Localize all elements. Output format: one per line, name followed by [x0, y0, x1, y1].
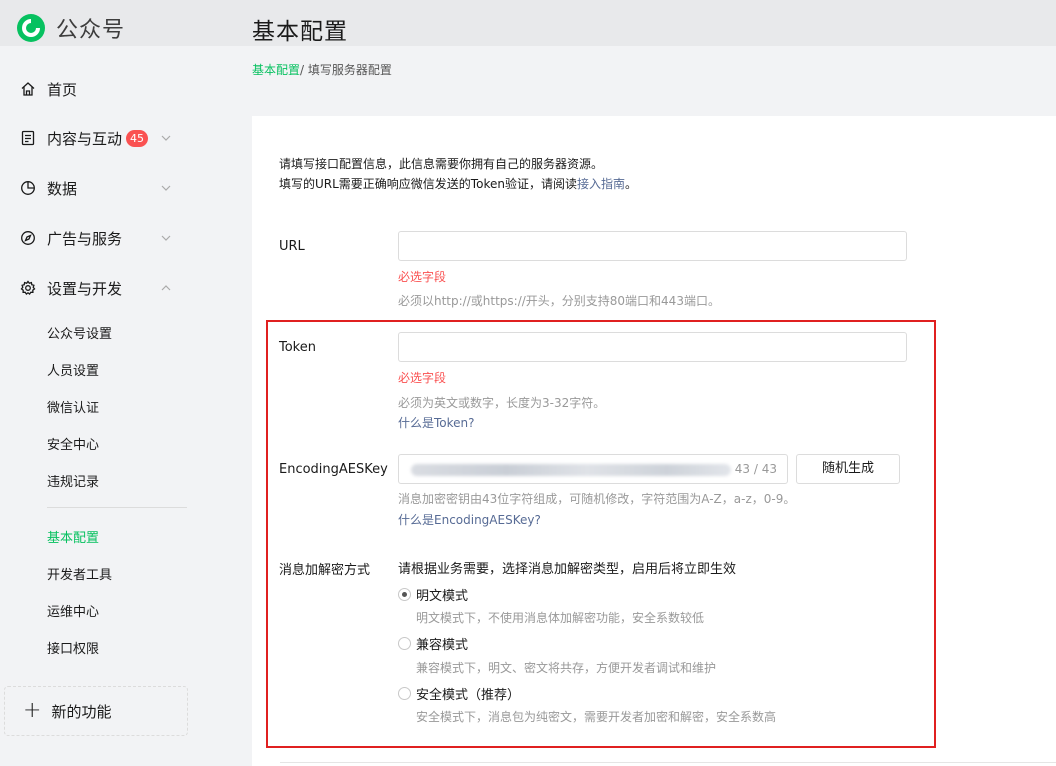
sidebar-subitem-staff-settings[interactable]: 人员设置: [47, 360, 99, 379]
plaintext-mode-desc: 明文模式下，不使用消息体加解密功能，安全系数较低: [416, 611, 705, 625]
sidebar-subitem-ops-center[interactable]: 运维中心: [47, 601, 99, 620]
app-name: 公众号: [56, 18, 126, 43]
plus-icon: +: [23, 698, 42, 723]
intro-line-2: 填写的URL需要正确响应微信发送的Token验证，请阅读: [279, 177, 577, 191]
intro-text: 请填写接口配置信息，此信息需要你拥有自己的服务器资源。 填写的URL需要正确响应…: [279, 154, 637, 194]
radio-unchecked-icon[interactable]: [398, 687, 411, 700]
sidebar-subitem-violation-records[interactable]: 违规记录: [47, 471, 99, 490]
chevron-up-icon[interactable]: [159, 281, 173, 295]
url-input[interactable]: [398, 231, 907, 261]
app-logo[interactable]: 公众号: [16, 12, 125, 44]
token-hint: 必须为英文或数字，长度为3-32字符。: [398, 396, 606, 410]
notification-badge: 45: [126, 129, 149, 147]
wechat-official-logo-icon: [16, 13, 46, 43]
breadcrumb: 基本配置/ 填写服务器配置: [252, 61, 392, 78]
page-title: 基本配置: [252, 19, 348, 45]
random-generate-button[interactable]: 随机生成: [796, 454, 900, 484]
gear-icon: [20, 280, 36, 296]
radio-checked-icon[interactable]: [398, 588, 411, 601]
url-label: URL: [279, 239, 305, 254]
compatible-mode-desc: 兼容模式下，明文、密文将共存，方便开发者调试和维护: [416, 661, 717, 675]
new-feature-button[interactable]: + 新的功能: [4, 686, 188, 736]
sidebar-item-ads[interactable]: 广告与服务: [0, 223, 190, 253]
radio-label: 兼容模式: [416, 638, 469, 653]
url-hint: 必须以http://或https://开头，分别支持80端口和443端口。: [398, 294, 720, 308]
sidebar-subitem-developer-tools[interactable]: 开发者工具: [47, 564, 112, 583]
sidebar-item-content[interactable]: 内容与互动 45: [0, 123, 190, 153]
radio-label: 安全模式（推荐）: [416, 688, 521, 703]
sidebar-item-settings[interactable]: 设置与开发: [0, 273, 190, 303]
server-config-panel: 请填写接口配置信息，此信息需要你拥有自己的服务器资源。 填写的URL需要正确响应…: [252, 116, 1056, 766]
intro-line-1: 请填写接口配置信息，此信息需要你拥有自己的服务器资源。: [279, 157, 604, 171]
secure-mode-desc: 安全模式下，消息包为纯密文，需要开发者加密和解密，安全系数高: [416, 710, 777, 724]
token-input[interactable]: [398, 332, 907, 362]
breadcrumb-current: / 填写服务器配置: [300, 63, 392, 77]
token-error: 必选字段: [398, 371, 447, 385]
pie-chart-icon: [20, 180, 36, 196]
access-guide-link[interactable]: 接入指南: [577, 177, 625, 191]
sidebar-item-label: 广告与服务: [47, 229, 123, 248]
radio-plaintext-mode[interactable]: 明文模式: [398, 585, 468, 604]
aes-key-input[interactable]: 43 / 43: [398, 454, 788, 484]
url-error: 必选字段: [398, 270, 447, 284]
compass-icon: [20, 230, 36, 246]
radio-secure-mode[interactable]: 安全模式（推荐）: [398, 684, 520, 703]
chevron-down-icon[interactable]: [159, 181, 173, 195]
panel-bottom-divider: [280, 762, 1056, 763]
what-is-aes-key-link[interactable]: 什么是EncodingAESKey?: [398, 511, 541, 528]
chevron-down-icon[interactable]: [159, 131, 173, 145]
radio-unchecked-icon[interactable]: [398, 637, 411, 650]
sidebar-item-home[interactable]: 首页: [0, 74, 190, 104]
what-is-token-link[interactable]: 什么是Token?: [398, 414, 475, 431]
document-icon: [20, 130, 36, 146]
aes-key-hint: 消息加密密钥由43位字符组成，可随机修改，字符范围为A-Z，a-z，0-9。: [398, 492, 796, 506]
radio-label: 明文模式: [416, 589, 469, 604]
encryption-mode-desc: 请根据业务需要，选择消息加解密类型，启用后将立即生效: [398, 562, 737, 577]
sidebar-item-label: 首页: [47, 80, 78, 99]
top-bar: 公众号 基本配置: [0, 0, 1056, 46]
sidebar-item-label: 数据: [47, 179, 78, 198]
breadcrumb-parent[interactable]: 基本配置: [252, 63, 300, 77]
token-label: Token: [279, 340, 316, 355]
aes-key-masked-value: [411, 464, 731, 476]
home-icon: [20, 81, 36, 97]
sidebar: 首页 内容与互动 45 数据 广告与服务 设置与开发 公众号设置 人员设置 微信…: [0, 46, 240, 766]
sidebar-item-label: 设置与开发: [47, 279, 123, 298]
sidebar-subitem-api-permissions[interactable]: 接口权限: [47, 638, 99, 657]
chevron-down-icon[interactable]: [159, 231, 173, 245]
radio-compatible-mode[interactable]: 兼容模式: [398, 634, 468, 653]
sidebar-subitem-security-center[interactable]: 安全中心: [47, 434, 99, 453]
sidebar-subitem-account-settings[interactable]: 公众号设置: [47, 323, 112, 342]
encryption-mode-label: 消息加解密方式: [279, 563, 371, 578]
aes-key-char-count: 43 / 43: [734, 462, 777, 476]
sidebar-item-label: 内容与互动: [47, 129, 123, 148]
sidebar-subitem-basic-config[interactable]: 基本配置: [47, 527, 99, 546]
sidebar-subitem-wechat-verification[interactable]: 微信认证: [47, 397, 99, 416]
aes-key-label: EncodingAESKey: [279, 462, 388, 477]
sidebar-item-data[interactable]: 数据: [0, 173, 190, 203]
sidebar-divider: [47, 507, 187, 508]
new-feature-label: 新的功能: [51, 702, 112, 721]
